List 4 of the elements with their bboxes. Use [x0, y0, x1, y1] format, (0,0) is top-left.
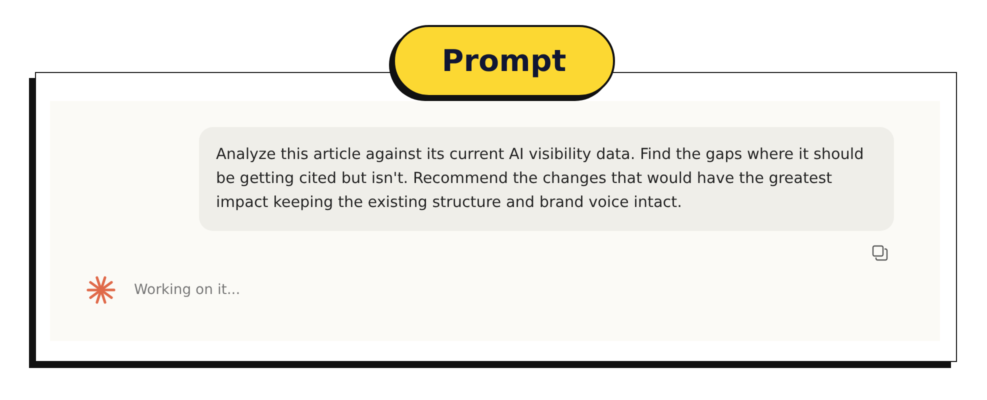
user-message: Analyze this article against its current AI visibility data. Find the gaps where it should be getting cited but isn't. Recommend the changes that would have the greatest impact keeping the existing structure and brand voice intact. [199, 127, 894, 231]
status-text: Working on it... [134, 282, 240, 298]
copy-icon[interactable] [872, 245, 888, 261]
spark-icon [86, 275, 116, 305]
